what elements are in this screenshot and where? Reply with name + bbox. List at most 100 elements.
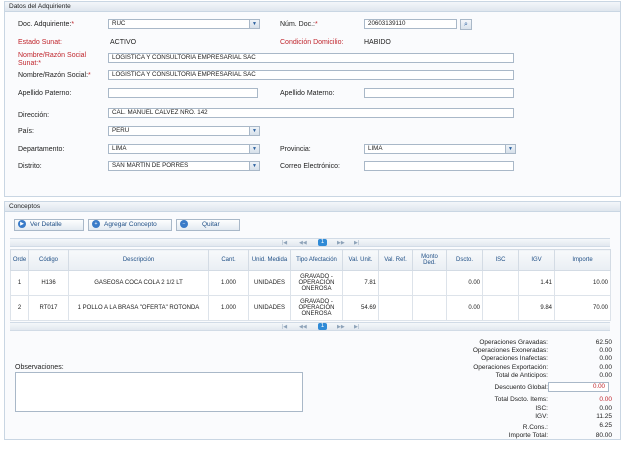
last-page-icon[interactable]: ▶| — [354, 324, 359, 330]
provincia-select[interactable]: LIMA ▼ — [364, 144, 516, 154]
apellido-materno-label: Apellido Materno: — [280, 90, 335, 97]
col-unidad[interactable]: Unid. Medida — [248, 249, 291, 271]
agregar-concepto-button[interactable]: + Agregar Concepto — [88, 219, 172, 231]
table-header-row: Orde Código Descripción Cant. Unid. Medi… — [10, 249, 611, 271]
departamento-label: Departamento: — [18, 146, 65, 153]
correo-label: Correo Electrónico: — [280, 163, 340, 170]
cell-tipo: GRAVADO - OPERACIÓN ONEROSA — [290, 270, 343, 296]
apellido-materno-input[interactable] — [364, 88, 514, 98]
pais-label: País: — [18, 128, 34, 135]
cell-descripcion: 1 POLLO A LA BRASA "OFERTA" ROTONDA — [68, 295, 209, 321]
col-codigo[interactable]: Código — [28, 249, 69, 271]
nombre-label: Nombre/Razón Social:* — [18, 72, 91, 79]
cell-val-ref — [378, 295, 413, 321]
cell-orden: 2 — [10, 295, 29, 321]
descuento-global-value: 0.00 — [592, 383, 605, 390]
col-isc[interactable]: ISC — [482, 249, 519, 271]
doc-adquiriente-label: Doc. Adquiriente:* — [18, 21, 75, 28]
pais-select[interactable]: PERÚ ▼ — [108, 126, 260, 136]
rcons-value: 6.25 — [599, 422, 612, 429]
isc-value: 0.00 — [599, 405, 612, 412]
pais-value: PERÚ — [112, 127, 130, 134]
cell-dscto: 0.00 — [446, 295, 483, 321]
col-dscto[interactable]: Dscto. — [446, 249, 483, 271]
col-tipo[interactable]: Tipo Afectación — [290, 249, 343, 271]
departamento-value: LIMA — [112, 145, 127, 152]
igv-value: 11.25 — [596, 413, 612, 420]
chevron-down-icon[interactable]: ▼ — [249, 145, 259, 153]
cell-isc — [482, 295, 519, 321]
first-page-icon[interactable]: |◀ — [282, 240, 287, 246]
cell-unidad: UNIDADES — [248, 295, 291, 321]
col-cantidad[interactable]: Cant. — [208, 249, 249, 271]
cell-monto-ded — [412, 295, 447, 321]
total-dscto-label: Total Dscto. Items: — [494, 396, 548, 403]
current-page[interactable]: 1 — [318, 239, 327, 246]
last-page-icon[interactable]: ▶| — [354, 240, 359, 246]
cell-monto-ded — [412, 270, 447, 296]
minus-icon: − — [180, 220, 188, 229]
nombre-input[interactable]: LOGISTICA Y CONSULTORIA EMPRESARIAL SAC — [108, 70, 514, 80]
pager-bottom: |◀ ◀◀ 1 ▶▶ ▶| — [10, 322, 610, 331]
col-igv[interactable]: IGV — [518, 249, 555, 271]
doc-adquiriente-select[interactable]: RUC ▼ — [108, 19, 260, 29]
descuento-global-input[interactable]: 0.00 — [548, 382, 609, 392]
direccion-input[interactable]: CAL. MANUEL CALVEZ NRO. 142 — [108, 108, 514, 118]
plus-icon: + — [92, 220, 100, 229]
nombre-sunat-input[interactable]: LOGISTICA Y CONSULTORIA EMPRESARIAL SAC — [108, 53, 514, 63]
col-val-ref[interactable]: Val. Ref. — [378, 249, 413, 271]
cell-igv: 9.84 — [518, 295, 555, 321]
cell-codigo: RT017 — [28, 295, 69, 321]
ver-detalle-button[interactable]: ▶ Ver Detalle — [14, 219, 84, 231]
col-monto-ded[interactable]: Monto Ded. — [412, 249, 447, 271]
first-page-icon[interactable]: |◀ — [282, 324, 287, 330]
adquiriente-panel-title: Datos del Adquiriente — [5, 2, 620, 12]
pager-top: |◀ ◀◀ 1 ▶▶ ▶| — [10, 238, 610, 247]
observaciones-label: Observaciones: — [15, 364, 64, 371]
num-doc-input[interactable]: 20603139110 — [364, 19, 457, 29]
num-doc-label: Núm. Doc.:* — [280, 21, 318, 28]
condicion-domicilio-value: HABIDO — [364, 39, 391, 46]
table-row[interactable]: 2 RT017 1 POLLO A LA BRASA "OFERTA" ROTO… — [10, 295, 611, 321]
exoneradas-value: 0.00 — [599, 347, 612, 354]
next-page-icon[interactable]: ▶▶ — [337, 240, 345, 246]
cell-importe: 10.00 — [554, 270, 611, 296]
col-importe[interactable]: Importe — [554, 249, 611, 271]
chevron-down-icon[interactable]: ▼ — [249, 127, 259, 135]
cell-val-ref — [378, 270, 413, 296]
next-page-icon[interactable]: ▶▶ — [337, 324, 345, 330]
direccion-label: Dirección: — [18, 112, 50, 119]
apellido-paterno-input[interactable] — [108, 88, 258, 98]
prev-page-icon[interactable]: ◀◀ — [299, 324, 307, 330]
rcons-label: R.Cons.: — [522, 424, 548, 431]
col-descripcion[interactable]: Descripción — [68, 249, 209, 271]
col-orden[interactable]: Orde — [10, 249, 29, 271]
table-row[interactable]: 1 H136 GASEOSA COCA COLA 2 1/2 LT 1.000 … — [10, 270, 611, 296]
cell-tipo: GRAVADO - OPERACIÓN ONEROSA — [290, 295, 343, 321]
apellido-paterno-label: Apellido Paterno: — [18, 90, 72, 97]
distrito-select[interactable]: SAN MARTÍN DE PORRES ▼ — [108, 161, 260, 171]
search-icon[interactable]: ⌕ — [460, 19, 472, 30]
conceptos-panel-title: Conceptos — [5, 202, 620, 212]
distrito-value: SAN MARTÍN DE PORRES — [112, 162, 189, 169]
inafectas-label: Operaciones Inafectas: — [481, 355, 548, 362]
cell-val-unit: 7.81 — [342, 270, 379, 296]
cell-dscto: 0.00 — [446, 270, 483, 296]
chevron-down-icon[interactable]: ▼ — [249, 20, 259, 28]
cell-val-unit: 54.69 — [342, 295, 379, 321]
observaciones-textarea[interactable] — [15, 372, 303, 412]
quitar-button[interactable]: − Quitar — [176, 219, 240, 231]
departamento-select[interactable]: LIMA ▼ — [108, 144, 260, 154]
igv-label: IGV: — [535, 413, 548, 420]
chevron-down-icon[interactable]: ▼ — [249, 162, 259, 170]
chevron-down-icon[interactable]: ▼ — [505, 145, 515, 153]
anticipos-value: 0.00 — [599, 372, 612, 379]
correo-input[interactable] — [364, 161, 514, 171]
nombre-value: LOGISTICA Y CONSULTORIA EMPRESARIAL SAC — [112, 71, 256, 78]
current-page[interactable]: 1 — [318, 323, 327, 330]
gravadas-label: Operaciones Gravadas: — [479, 339, 548, 346]
col-val-unit[interactable]: Val. Unit. — [342, 249, 379, 271]
cell-descripcion: GASEOSA COCA COLA 2 1/2 LT — [68, 270, 209, 296]
prev-page-icon[interactable]: ◀◀ — [299, 240, 307, 246]
direccion-value: CAL. MANUEL CALVEZ NRO. 142 — [112, 109, 208, 116]
